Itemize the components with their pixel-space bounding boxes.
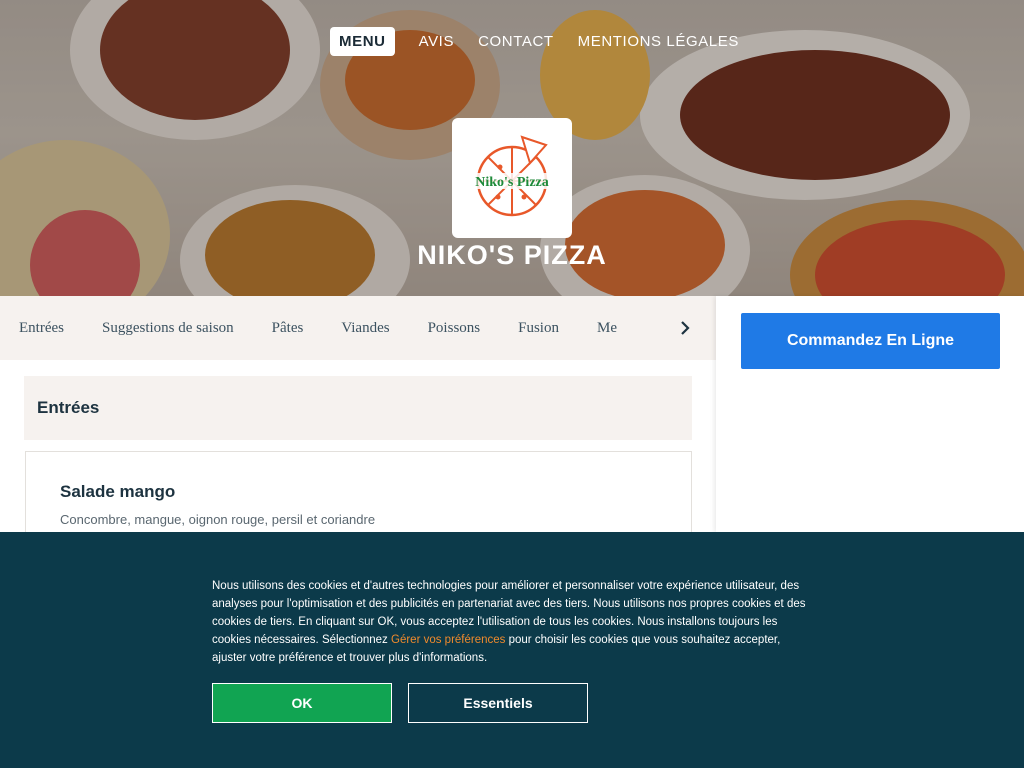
category-me-truncated[interactable]: Me (578, 320, 636, 337)
manage-preferences-link[interactable]: Gérer vos préférences (391, 634, 505, 646)
order-online-button[interactable]: Commandez En Ligne (741, 313, 1000, 369)
category-fusion[interactable]: Fusion (499, 320, 578, 337)
cookie-text: Nous utilisons des cookies et d'autres t… (212, 577, 812, 667)
category-entrees[interactable]: Entrées (0, 320, 83, 337)
hero-banner: MENU AVIS CONTACT MENTIONS LÉGALES Niko'… (0, 0, 1024, 296)
category-scroll-right-button[interactable] (670, 314, 700, 342)
section-title: Entrées (37, 398, 100, 417)
restaurant-name: NIKO'S PIZZA (417, 240, 607, 270)
menu-item-description: Concombre, mangue, oignon rouge, persil … (60, 512, 376, 527)
nav-mentions-legales[interactable]: MENTIONS LÉGALES (578, 33, 739, 50)
order-sidebar: Commandez En Ligne (716, 296, 1024, 532)
cookie-essentials-button[interactable]: Essentiels (408, 683, 588, 723)
cookie-banner: Nous utilisons des cookies et d'autres t… (0, 532, 1024, 768)
section-header: Entrées (24, 376, 692, 440)
category-viandes[interactable]: Viandes (322, 320, 408, 337)
nav-menu[interactable]: MENU (330, 26, 395, 56)
category-bar: Entrées Suggestions de saison Pâtes Vian… (0, 296, 716, 360)
category-pates[interactable]: Pâtes (253, 320, 323, 337)
menu-item-name: Salade mango (60, 482, 176, 501)
restaurant-logo: Niko's Pizza (452, 118, 572, 238)
top-nav: MENU AVIS CONTACT MENTIONS LÉGALES (330, 26, 739, 56)
category-list: Entrées Suggestions de saison Pâtes Vian… (0, 296, 654, 360)
category-poissons[interactable]: Poissons (409, 320, 500, 337)
menu-content: Entrées Salade mango Concombre, mangue, … (0, 360, 716, 551)
category-suggestions-de-saison[interactable]: Suggestions de saison (83, 320, 253, 337)
logo-text: Niko's Pizza (475, 175, 549, 190)
cookie-ok-button[interactable]: OK (212, 683, 392, 723)
chevron-right-icon (681, 321, 690, 335)
pizza-logo-icon: Niko's Pizza (464, 135, 560, 217)
nav-contact[interactable]: CONTACT (478, 33, 554, 50)
nav-avis[interactable]: AVIS (419, 33, 454, 50)
